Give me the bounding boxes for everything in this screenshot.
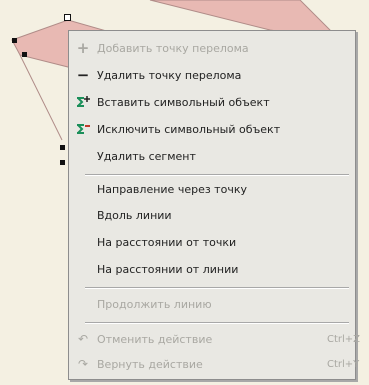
menu-item-label: Продолжить линию	[97, 297, 212, 311]
plus-icon: +	[76, 38, 90, 57]
menu-item-undo[interactable]: ↶ Отменить действие Ctrl+Z	[69, 328, 360, 350]
undo-icon: ↶	[77, 332, 89, 346]
menu-item-label: Удалить сегмент	[97, 149, 196, 163]
vertex-handle[interactable]	[22, 52, 27, 57]
menu-separator	[85, 287, 349, 289]
menu-item-insert-symbol-object[interactable]: Вставить символьный объект	[69, 91, 355, 113]
redo-icon: ↷	[77, 357, 89, 371]
menu-item-label: Удалить точку перелома	[97, 68, 242, 82]
context-menu: + Добавить точку перелома − Удалить точк…	[68, 30, 360, 380]
exclude-symbol-icon	[69, 118, 97, 140]
menu-item-label: Добавить точку перелома	[97, 41, 249, 55]
menu-item-label: На расстоянии от точки	[97, 235, 237, 249]
menu-separator	[85, 322, 349, 324]
menu-item-label: Вдоль линии	[97, 208, 172, 222]
vertex-handle[interactable]	[12, 38, 17, 43]
menu-item-label: Отменить действие	[97, 332, 213, 346]
menu-item-label: Вставить символьный объект	[97, 95, 270, 109]
vertex-handle[interactable]	[60, 145, 65, 150]
menu-item-shortcut: Ctrl+Z	[327, 333, 361, 345]
menu-item-label: Направление через точку	[97, 182, 247, 196]
menu-item-distance-from-line[interactable]: На расстоянии от линии	[69, 258, 355, 280]
menu-item-label: На расстоянии от линии	[97, 262, 239, 276]
menu-item-along-line[interactable]: Вдоль линии	[69, 204, 355, 226]
minus-icon: −	[76, 65, 90, 84]
vertex-handle-selected[interactable]	[64, 14, 71, 21]
menu-item-distance-from-point[interactable]: На расстоянии от точки	[69, 231, 355, 253]
menu-item-shortcut: Ctrl+Y	[327, 358, 360, 370]
menu-item-continue-line[interactable]: Продолжить линию	[69, 293, 355, 315]
menu-item-exclude-symbol-object[interactable]: Исключить символьный объект	[69, 118, 355, 140]
menu-item-delete-break-point[interactable]: − Удалить точку перелома	[69, 64, 355, 86]
menu-separator	[85, 174, 349, 176]
menu-item-redo[interactable]: ↷ Вернуть действие Ctrl+Y	[69, 353, 359, 375]
menu-item-delete-segment[interactable]: Удалить сегмент	[69, 145, 355, 167]
menu-item-direction-through-point[interactable]: Направление через точку	[69, 178, 355, 200]
insert-symbol-icon	[69, 91, 97, 113]
menu-item-label: Вернуть действие	[97, 357, 203, 371]
vertex-handle[interactable]	[60, 160, 65, 165]
menu-item-label: Исключить символьный объект	[97, 122, 281, 136]
menu-item-add-break-point[interactable]: + Добавить точку перелома	[69, 37, 355, 59]
